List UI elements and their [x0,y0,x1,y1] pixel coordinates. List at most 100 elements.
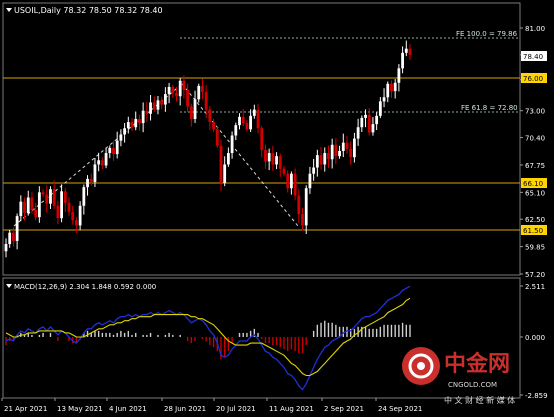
candle [19,195,23,222]
candle [319,146,323,170]
usoil-daily-chart[interactable]: FE 100.0 = 79.86 FE 61.8 = 72.80 USOIL,D… [0,0,554,417]
current-price-badge: 78.40 [521,51,547,61]
price-tick-label: 57.20 [525,271,545,279]
cngold-watermark: 中金网 CNGOLD.COM 中 文 财 经 新 媒 体 [402,347,515,405]
macd-tick-label: -2.859 [525,392,548,400]
candle [282,165,286,177]
price-tick-label: 65.10 [525,189,545,197]
candle [56,200,60,225]
candle [226,147,230,167]
candle [171,84,175,98]
price-tick-label: 62.50 [525,216,545,224]
candle [67,197,71,216]
candle [245,119,249,132]
candle [104,147,108,169]
candle [397,64,401,92]
candle [156,95,160,115]
candle [341,133,345,158]
candle [323,147,327,172]
price-tick-label: 81.00 [525,25,545,33]
candle [160,96,164,110]
candle [119,129,123,147]
candle [201,78,204,100]
candle [45,185,49,213]
candle [130,118,134,132]
macd-header: MACD(12,26,9) 2.304 1.848 0.592 0.000 [14,283,156,291]
candle [75,217,78,234]
candle [138,114,141,131]
date-tick-label: 4 Jun 2021 [109,405,147,413]
candle [375,112,379,131]
candle [252,104,256,119]
candle [408,44,412,60]
candle [182,75,186,99]
candle [167,82,171,104]
watermark-domain: CNGOLD.COM [448,381,497,389]
candle [278,153,282,178]
candle [271,145,275,172]
candle [115,131,119,159]
candle [249,109,253,132]
watermark-brand: 中金网 [444,351,510,377]
candle [52,180,56,210]
candle [126,116,130,134]
candle [308,166,312,194]
macd-tick-label: 0.000 [525,334,545,342]
macd-fast-line [5,285,411,391]
candle [197,83,201,103]
candle [149,94,152,121]
watermark-slogan: 中 文 财 经 新 媒 体 [444,395,515,405]
price-tick-label: 67.75 [525,162,545,170]
candle [301,208,304,231]
candle [86,175,89,196]
candle [8,229,12,248]
candle [208,105,212,131]
candle [89,173,93,186]
candle [230,131,234,159]
candle [404,40,408,57]
macd-tick-label: 2.511 [525,283,545,291]
candle [123,123,127,143]
candle [215,126,219,149]
svg-text:61.50: 61.50 [523,227,543,235]
candle [327,145,330,168]
candle [382,88,386,108]
candle [37,186,41,223]
candle [345,135,349,154]
candle [338,145,341,159]
candle [71,205,75,225]
candle [356,118,360,146]
date-tick-label: 2 Sep 2021 [324,405,364,413]
candle [108,145,112,159]
date-tick-label: 21 Apr 2021 [4,405,47,413]
candle [112,140,115,161]
candle [189,103,193,127]
candle [60,184,63,223]
candle [100,157,104,170]
candle [238,113,241,130]
triangle-down-icon [6,8,12,12]
date-axis: 21 Apr 2021 13 May 2021 4 Jun 2021 28 Jun 2… [1,398,422,413]
candle [23,197,26,221]
fib-label-618: FE 61.8 = 72.80 [461,104,518,112]
chart-header: USOIL,Daily 78.32 78.50 78.32 78.40 [14,6,163,15]
date-tick-label: 13 May 2021 [57,405,103,413]
svg-text:78.40: 78.40 [523,53,543,61]
candle [41,189,45,197]
candle [26,190,30,216]
candle [78,201,82,231]
candle [393,79,397,99]
triangle-down-icon [6,284,12,288]
candle [15,213,19,250]
price-axis: 81.00 78.40 76.00 73.00 70.40 67.75 65.10 62.50… [520,25,545,279]
candle [334,138,338,165]
level-badge-66: 66.10 [521,178,547,188]
level-badge-76: 76.00 [521,73,547,83]
candle [289,171,293,195]
level-badge-61: 61.50 [521,225,547,235]
candle [275,152,278,170]
candle [293,168,297,201]
candle [353,132,356,163]
macd-signal-line [5,297,411,377]
date-tick-label: 28 Jun 2021 [164,405,206,413]
